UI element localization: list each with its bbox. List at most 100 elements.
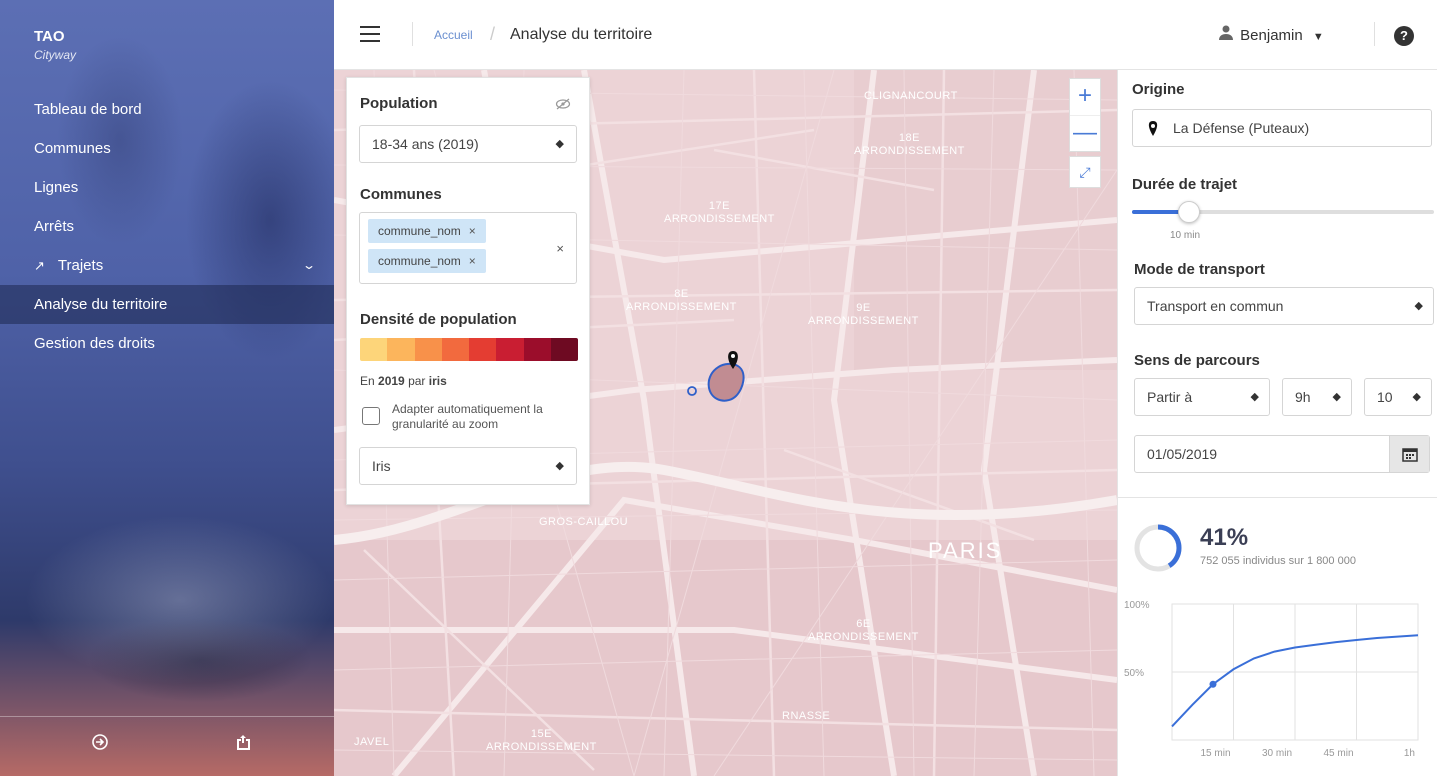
map-label: GROS-CAILLOU [539,516,629,528]
density-color-step [387,338,415,361]
origin-value: La Défense (Puteaux) [1173,120,1310,136]
map-label: RNASSE [782,710,831,722]
sidebar-item-trajets[interactable]: ↗ Trajets ⌄ [0,246,334,285]
direction-select[interactable]: Partir à ◆ [1134,378,1270,416]
sidebar-footer [0,716,334,776]
zoom-in-button[interactable]: + [1070,79,1100,115]
sidebar-item-label: Communes [34,140,111,157]
auto-granularity-label: Adapter automatiquement la granularité a… [392,402,543,431]
percent-detail: 752 055 individus sur 1 800 000 [1200,555,1356,567]
note-prefix: En [360,374,375,388]
breadcrumb-separator: / [490,24,496,44]
data-point [1209,680,1217,688]
percent-donut [1134,524,1182,572]
brand-name: TAO [34,28,65,45]
divider [412,22,413,46]
sidebar-item-gestion-des-droits[interactable]: Gestion des droits [0,324,334,363]
population-select-value: 18-34 ans (2019) [372,136,479,152]
minute-select[interactable]: 10 ◆ [1364,378,1432,416]
clear-icon[interactable]: × [556,241,564,256]
duration-value: 10 min [1170,230,1201,241]
map-label: 6E ARRONDISSEMENT [808,618,919,643]
sidebar-item-analyse-du-territoire[interactable]: Analyse du territoire [0,285,334,324]
caret-down-icon: ▼ [1312,31,1324,43]
mode-label: Mode de transport [1134,261,1265,278]
density-color-step [469,338,497,361]
map-label-paris: PARIS [928,538,1003,563]
y-tick-label: 100% [1124,600,1150,611]
user-menu[interactable]: Benjamin ▼ [1218,24,1324,44]
sidebar-item-label: Analyse du territoire [34,296,168,313]
note-unit: iris [428,374,447,388]
granularity-select-value: Iris [372,458,391,474]
zoom-out-button[interactable]: — [1070,115,1100,151]
sort-icon: ◆ [1332,391,1341,403]
chevron-down-icon[interactable]: ⌄ [302,246,316,285]
brand: TAO Cityway [34,28,76,62]
percent-value: 41% [1200,524,1249,551]
layers-panel: Population 18-34 ans (2019) ◆ Communes c… [346,77,590,505]
y-tick-label: 50% [1124,668,1144,679]
zoom-control: + — [1069,78,1101,152]
sidebar-item-label: Gestion des droits [34,335,155,352]
menu-icon[interactable] [360,26,380,42]
granularity-select[interactable]: Iris ◆ [359,447,577,485]
remove-tag-icon[interactable]: × [469,254,476,268]
duration-slider-thumb[interactable] [1178,201,1201,223]
remove-tag-icon[interactable]: × [469,224,476,238]
note-year: 2019 [378,374,405,388]
sidebar-item-tableau-de-bord[interactable]: Tableau de bord [0,90,334,129]
x-tick-label: 30 min [1262,748,1292,759]
sidebar-item-communes[interactable]: Communes [0,129,334,168]
sort-icon: ◆ [555,138,564,150]
commune-tag[interactable]: commune_nom × [368,219,486,243]
origin-label: Origine [1132,81,1185,98]
map-label: 9E ARRONDISSEMENT [808,302,919,327]
sort-icon: ◆ [555,460,564,472]
calendar-icon[interactable] [1389,436,1429,472]
user-name: Benjamin [1240,27,1303,44]
eye-hidden-icon[interactable] [555,97,571,110]
communes-multiselect[interactable]: commune_nom × commune_nom × × [359,212,577,284]
mode-select[interactable]: Transport en commun ◆ [1134,287,1434,325]
density-color-step [360,338,388,361]
duration-slider[interactable] [1132,201,1434,223]
density-color-step [550,338,578,361]
density-color-step [496,338,524,361]
sort-icon: ◆ [1250,391,1259,403]
commune-tag[interactable]: commune_nom × [368,249,486,273]
sidebar-item-arrets[interactable]: Arrêts [0,207,334,246]
hour-select[interactable]: 9h ◆ [1282,378,1352,416]
logout-icon[interactable] [85,733,115,756]
population-title: Population [360,95,438,112]
exit-icon[interactable] [228,733,258,756]
sidebar-item-label: Lignes [34,179,79,196]
auto-granularity-checkbox[interactable] [362,407,380,425]
sidebar-nav: Tableau de bord Communes Lignes Arrêts ↗… [0,90,334,363]
sidebar-item-lignes[interactable]: Lignes [0,168,334,207]
minute-select-value: 10 [1377,389,1393,405]
population-select[interactable]: 18-34 ans (2019) ◆ [359,125,577,163]
map-label: CLIGNANCOURT [864,90,958,102]
density-color-step [414,338,442,361]
auto-granularity-option[interactable]: Adapter automatiquement la granularité a… [362,402,576,432]
top-bar: Accueil / Analyse du territoire Benjamin… [334,0,1437,70]
fullscreen-icon[interactable]: ⤢ [1069,156,1101,188]
date-input[interactable]: 01/05/2019 [1134,435,1430,473]
brand-subtitle: Cityway [34,48,77,62]
density-note: En 2019 par iris [360,374,447,388]
sidebar-item-label: Tableau de bord [34,101,142,118]
trip-panel: Origine La Défense (Puteaux) Durée de tr… [1117,70,1437,776]
divider [1374,22,1375,46]
breadcrumb-home[interactable]: Accueil [434,28,473,42]
page-title: Analyse du territoire [510,26,653,43]
help-icon[interactable]: ? [1394,26,1414,46]
density-color-scale [360,338,578,361]
origin-input[interactable]: La Défense (Puteaux) [1132,109,1432,147]
x-tick-label: 15 min [1200,748,1230,759]
commune-tag-label: commune_nom [378,224,461,238]
route-icon: ↗ [34,258,45,273]
density-title: Densité de population [360,311,517,328]
x-tick-label: 45 min [1323,748,1353,759]
map-label: 18E ARRONDISSEMENT [854,132,965,157]
